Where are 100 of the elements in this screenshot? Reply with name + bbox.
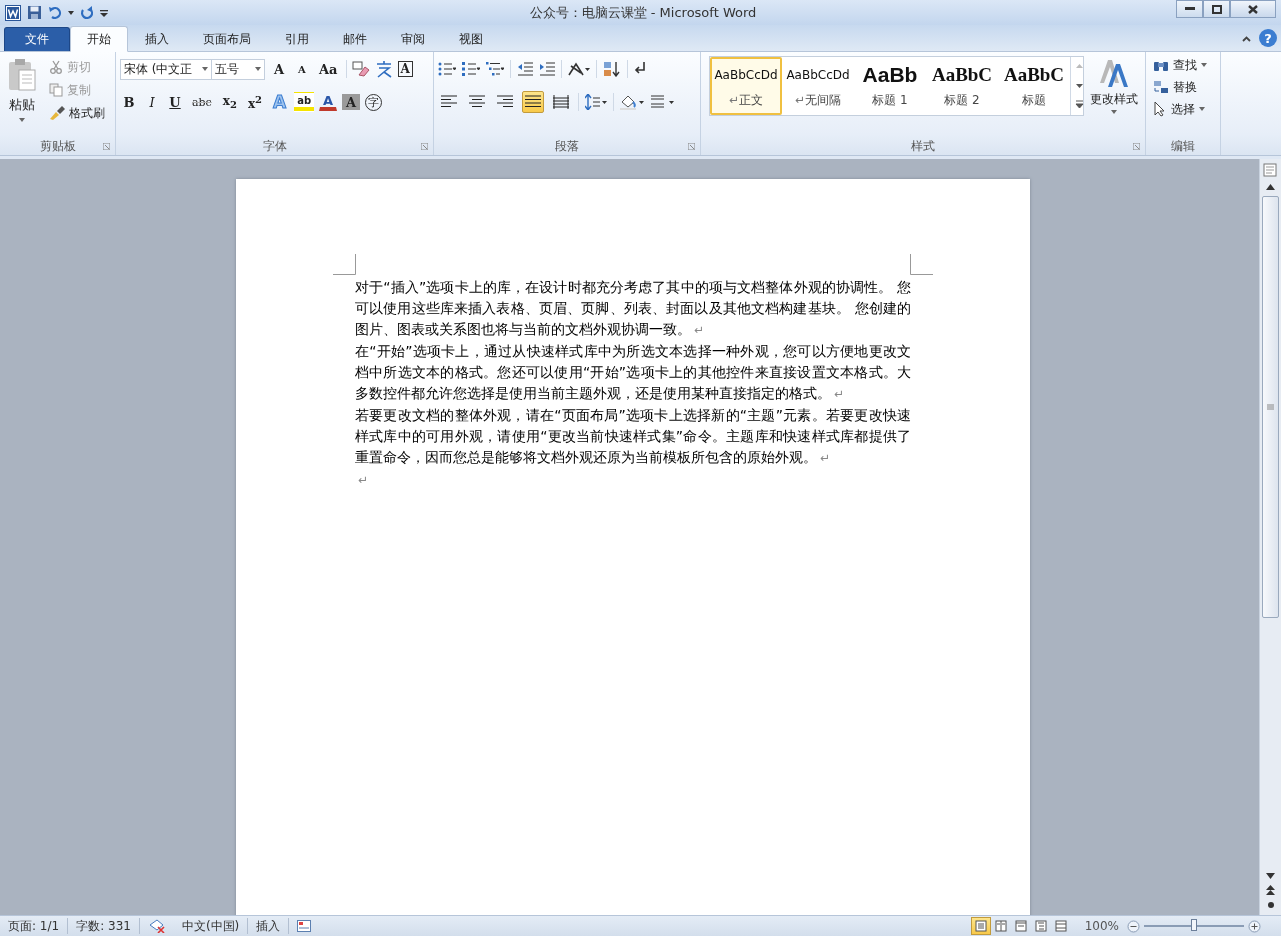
word-count[interactable]: 字数: 331 <box>68 918 140 934</box>
caret-icon <box>255 67 261 71</box>
style-item[interactable]: AaBb 标题 1 <box>854 57 926 115</box>
ribbon-tab[interactable]: 邮件 <box>326 27 384 51</box>
style-item[interactable]: AaBbCcDd ↵正文 <box>710 57 782 115</box>
zoom-out-icon[interactable] <box>1127 919 1140 933</box>
dialog-launcher-icon[interactable] <box>103 143 110 150</box>
close-button[interactable] <box>1230 0 1276 18</box>
scroll-up-icon[interactable] <box>1266 184 1275 190</box>
asian-layout-icon[interactable] <box>568 62 590 76</box>
underline-button[interactable]: U <box>166 91 184 113</box>
zoom-level[interactable]: 100% <box>1070 919 1127 933</box>
paint-bucket-icon[interactable] <box>620 94 644 110</box>
font-name-field[interactable]: 宋体 (中文正 <box>120 58 212 80</box>
change-case-button[interactable]: Aa <box>316 58 341 80</box>
alignment-icon <box>553 95 569 109</box>
shading-button[interactable]: A <box>342 94 361 110</box>
select-button[interactable]: 选择 <box>1150 99 1216 119</box>
caret-icon[interactable] <box>68 10 74 15</box>
customize-menu-icon[interactable] <box>100 8 108 17</box>
scroll-down-icon[interactable] <box>1266 873 1275 879</box>
ribbon-tab[interactable]: 引用 <box>268 27 326 51</box>
minimize-icon <box>1184 7 1195 11</box>
scrollbar-thumb[interactable] <box>1262 196 1279 618</box>
page-count[interactable]: 页面: 1/1 <box>0 918 69 934</box>
ruler-toggle-icon[interactable] <box>1263 163 1278 178</box>
caret-icon <box>1201 63 1207 67</box>
caret-icon <box>1110 110 1117 114</box>
caret-icon <box>19 118 25 122</box>
format-painter-button[interactable]: 格式刷 <box>46 103 108 123</box>
superscript-button[interactable]: x$^{2}$ <box>244 91 265 113</box>
border-button[interactable]: A <box>397 61 413 77</box>
multilevel-list-icon[interactable] <box>486 62 504 76</box>
dialog-launcher-icon[interactable] <box>688 143 695 150</box>
zoom-in-icon[interactable] <box>1248 919 1261 933</box>
zoom-slider-thumb[interactable] <box>1191 919 1197 931</box>
view-icon <box>1054 920 1067 932</box>
borders-icon[interactable] <box>650 94 674 110</box>
redo-icon[interactable] <box>80 5 94 20</box>
bullets-icon[interactable] <box>438 62 456 76</box>
italic-button[interactable]: I <box>143 91 161 113</box>
print-layout-button[interactable] <box>970 917 991 935</box>
caret-icon <box>1199 107 1205 111</box>
paragraph-mark: ↵ <box>357 472 369 489</box>
group-label: 样式 <box>911 137 935 155</box>
paste-button[interactable]: 粘贴 <box>4 57 40 137</box>
insert-mode[interactable]: 插入 <box>248 918 290 934</box>
ribbon-tab[interactable]: 插入 <box>128 27 186 51</box>
caret-icon <box>202 67 208 71</box>
subscript-button[interactable]: x$_{2}$ <box>219 91 240 113</box>
numbering-icon[interactable] <box>462 62 480 76</box>
macro-record-icon[interactable] <box>297 920 312 932</box>
bold-button[interactable]: B <box>120 91 138 113</box>
ribbon-tab[interactable]: 页面布局 <box>186 27 268 51</box>
font-color-button[interactable]: A <box>319 93 338 111</box>
justify-button[interactable] <box>522 91 544 113</box>
sort-icon[interactable] <box>603 61 621 77</box>
replace-button[interactable]: 替换 <box>1150 77 1216 97</box>
shrink-font-button[interactable]: A <box>293 58 311 80</box>
decrease-indent-icon[interactable] <box>517 62 533 76</box>
previous-page-icon[interactable] <box>1266 885 1275 895</box>
phonetic-guide-icon[interactable] <box>374 60 393 78</box>
group-label: 剪贴板 <box>39 137 76 155</box>
proofing-icon[interactable] <box>147 919 166 933</box>
dialog-launcher-icon[interactable] <box>1133 143 1140 150</box>
save-icon[interactable] <box>27 5 42 20</box>
browse-object-icon[interactable] <box>1266 901 1275 909</box>
line-spacing-icon[interactable] <box>585 94 607 110</box>
style-item[interactable]: AaBbCcDd ↵无间隔 <box>782 57 854 115</box>
ribbon-tab[interactable]: 视图 <box>442 27 500 51</box>
minimize-button[interactable] <box>1176 0 1203 18</box>
collapse-ribbon-icon[interactable] <box>1242 36 1251 42</box>
alignment-icon <box>441 95 457 109</box>
dialog-launcher-icon[interactable] <box>421 143 428 150</box>
style-item[interactable]: AaBbC 标题 <box>998 57 1070 115</box>
ribbon-tab[interactable]: 审阅 <box>384 27 442 51</box>
ribbon-tab[interactable]: 开始 <box>70 26 128 52</box>
style-item[interactable]: AaBbC 标题 2 <box>926 57 998 115</box>
clipboard-icon <box>7 58 37 92</box>
help-button[interactable]: ? <box>1259 29 1277 47</box>
change-styles-button[interactable]: 更改样式 <box>1088 56 1139 137</box>
maximize-button[interactable] <box>1203 0 1230 18</box>
group-label: 字体 <box>262 137 287 155</box>
view-icon <box>974 920 987 932</box>
highlight-button[interactable]: ab <box>294 92 315 112</box>
paragraph-text: 若要更改文档的整体外观，请在“页面布局”选项卡上选择新的“主题”元素。若要更改快速样式库中的可用外观，请使用“更改当前快速样式集”命令。主题库和快速样式库都提供了重置命令，因而您总是能够将文档外观还原为当前模板所包含的原始外观。 ↵ <box>355 406 911 467</box>
clear-formatting-icon[interactable] <box>351 61 370 77</box>
ribbon-tab[interactable]: 文件 <box>4 27 70 51</box>
increase-indent-icon[interactable] <box>539 62 555 76</box>
alignment-icon <box>469 95 485 109</box>
font-size-field[interactable]: 五号 <box>211 58 265 80</box>
undo-icon[interactable] <box>48 5 62 20</box>
vertical-scrollbar[interactable] <box>1259 159 1281 915</box>
group-label: 段落 <box>555 137 579 155</box>
view-icon <box>994 920 1007 932</box>
grow-font-button[interactable]: A <box>270 58 288 80</box>
letter-a-icon <box>1097 57 1130 89</box>
find-button[interactable]: 查找 <box>1150 55 1216 75</box>
word-logo-icon <box>5 4 21 21</box>
language-indicator[interactable]: 中文(中国) <box>173 918 249 934</box>
